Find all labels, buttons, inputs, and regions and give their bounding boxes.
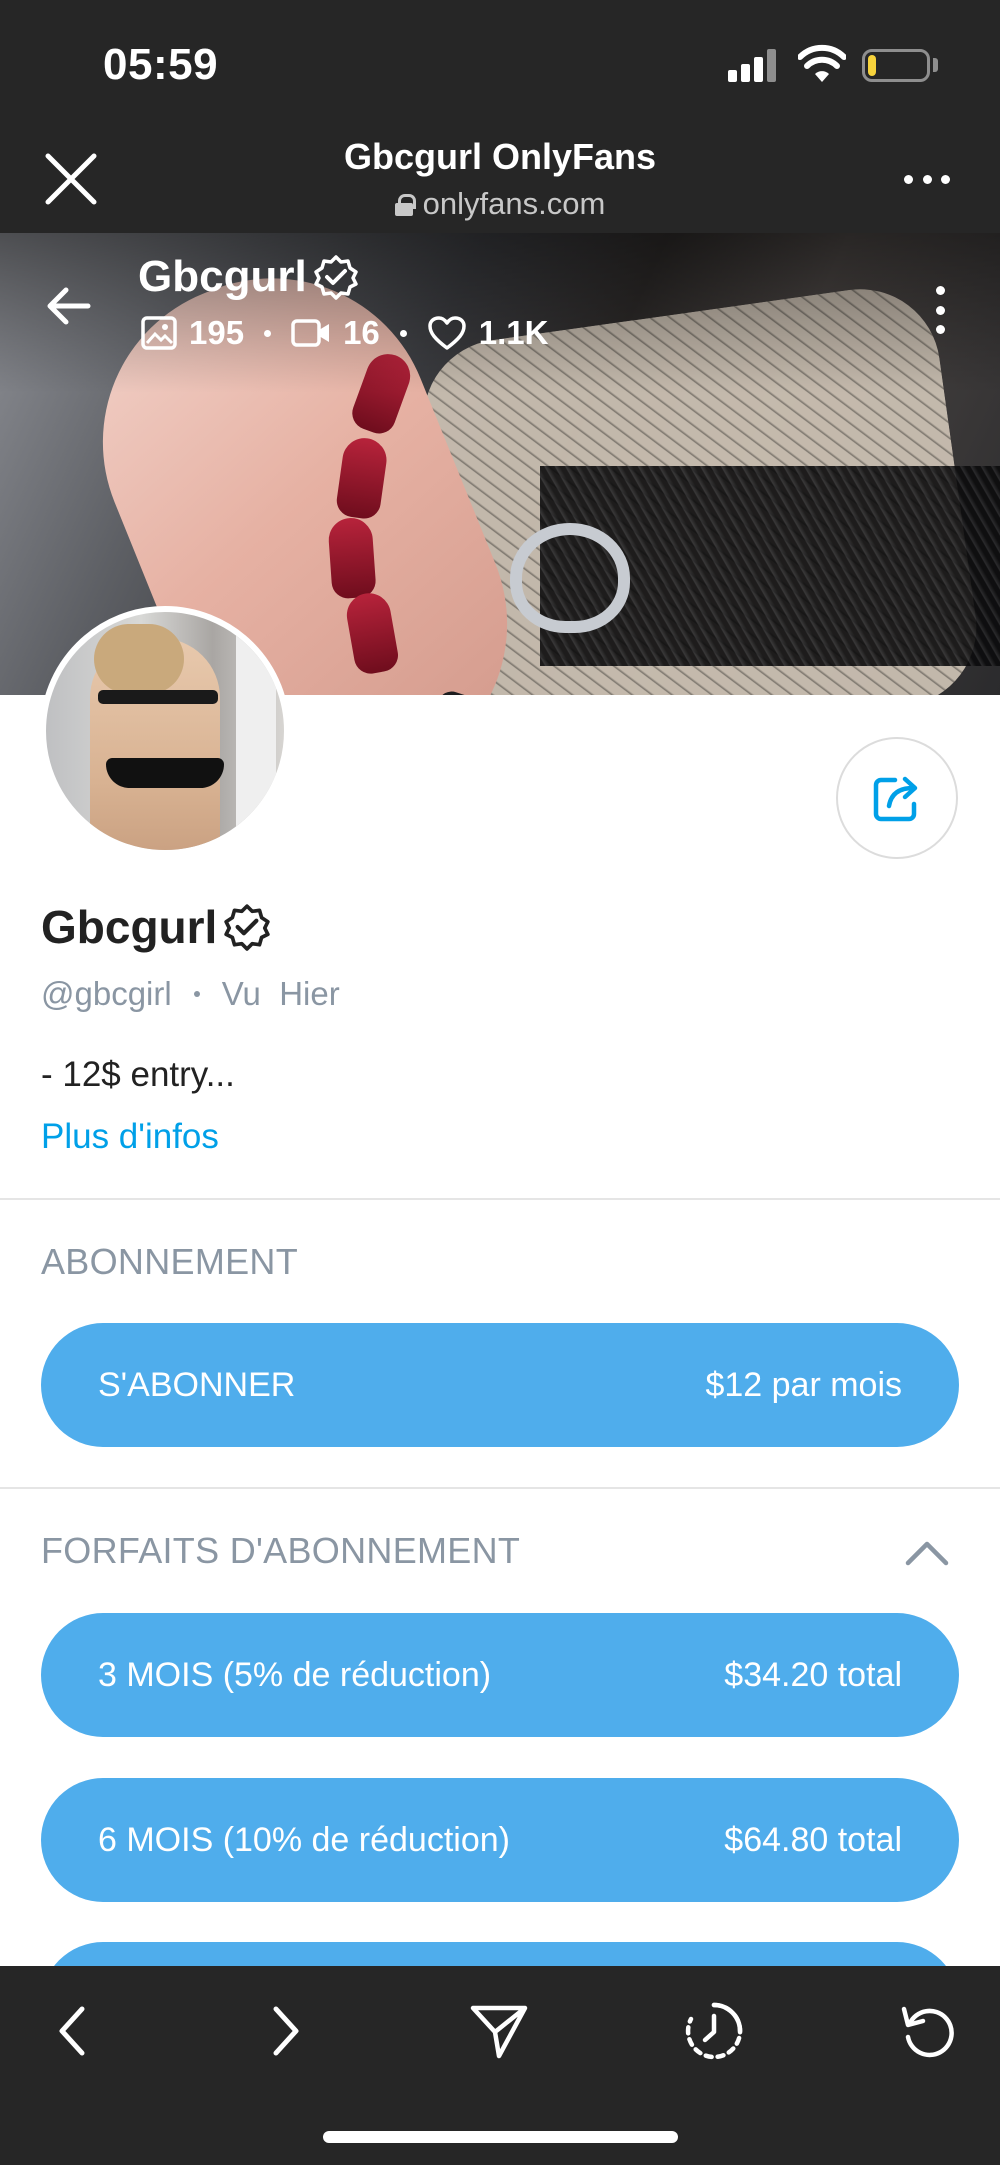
- bundle-price: $64.80 total: [724, 1820, 902, 1859]
- profile-bio: - 12$ entry...: [41, 1055, 235, 1094]
- bundle-button-3-months[interactable]: 3 MOIS (5% de réduction) $34.20 total: [41, 1613, 959, 1737]
- profile-handle: @gbcgirl: [41, 975, 172, 1012]
- home-indicator[interactable]: [323, 2131, 678, 2143]
- verified-icon: [224, 904, 271, 951]
- forward-button[interactable]: [254, 1999, 318, 2063]
- profile-options-button[interactable]: [936, 286, 948, 334]
- image-icon: [141, 316, 177, 350]
- cellular-signal-icon: [728, 48, 778, 82]
- bundle-label: 3 MOIS (5% de réduction): [98, 1655, 492, 1694]
- chevron-up-icon[interactable]: [904, 1538, 950, 1568]
- history-icon: [685, 2002, 743, 2060]
- avatar[interactable]: [40, 606, 290, 856]
- chevron-left-icon: [59, 2006, 85, 2056]
- cover-stats: 195 16 1.1K: [141, 314, 549, 352]
- separator-dot: [264, 329, 272, 337]
- cover-profile-name: Gbcgurl: [138, 252, 359, 302]
- video-icon: [291, 319, 330, 347]
- likes-count: 1.1K: [478, 314, 549, 351]
- verified-icon: [313, 255, 358, 300]
- bundle-button-6-months[interactable]: 6 MOIS (10% de réduction) $64.80 total: [41, 1778, 959, 1902]
- back-arrow-icon[interactable]: [40, 278, 96, 334]
- reload-icon: [901, 2006, 954, 2058]
- bundles-section-title: FORFAITS D'ABONNEMENT: [41, 1530, 521, 1571]
- battery-level: [868, 55, 876, 76]
- heart-icon: [428, 316, 466, 350]
- lock-icon: [394, 194, 416, 216]
- wifi-icon: [798, 44, 846, 82]
- send-icon: [470, 2005, 528, 2059]
- last-seen: Vu Hier: [221, 975, 340, 1012]
- subscribe-button-label: S'ABONNER: [98, 1365, 296, 1404]
- send-button[interactable]: [467, 1999, 531, 2063]
- bundle-label: 6 MOIS (10% de réduction): [98, 1820, 510, 1859]
- cover-name-text: Gbcgurl: [138, 252, 307, 301]
- subscription-section-title: ABONNEMENT: [41, 1241, 299, 1282]
- status-time: 05:59: [103, 40, 219, 89]
- url-bar[interactable]: onlyfans.com: [0, 186, 1000, 222]
- photos-stat[interactable]: 195: [141, 314, 244, 352]
- chevron-right-icon: [273, 2006, 299, 2056]
- page-title: Gbcgurl OnlyFans: [343, 136, 657, 177]
- profile-meta: @gbcgirl Vu Hier: [41, 975, 340, 1013]
- back-button[interactable]: [40, 1999, 104, 2063]
- share-button[interactable]: [836, 737, 958, 859]
- battery-nub: [933, 58, 938, 72]
- divider: [0, 1198, 1000, 1200]
- more-menu-button[interactable]: [904, 172, 950, 186]
- url-text: onlyfans.com: [422, 186, 606, 221]
- videos-count: 16: [343, 314, 380, 351]
- bundle-price: $34.20 total: [724, 1655, 902, 1694]
- profile-name: Gbcgurl: [41, 900, 271, 954]
- subscribe-button[interactable]: S'ABONNER $12 par mois: [41, 1323, 959, 1447]
- history-button[interactable]: [682, 1999, 746, 2063]
- profile-name-text: Gbcgurl: [41, 901, 218, 953]
- likes-stat: 1.1K: [427, 314, 549, 352]
- reload-button[interactable]: [896, 1999, 960, 2063]
- subscribe-button-price: $12 par mois: [705, 1365, 902, 1404]
- share-icon: [873, 776, 918, 822]
- photos-count: 195: [189, 314, 245, 351]
- more-info-link[interactable]: Plus d'infos: [41, 1117, 219, 1157]
- videos-stat[interactable]: 16: [291, 314, 380, 352]
- separator-dot: [193, 991, 200, 997]
- separator-dot: [399, 329, 407, 337]
- battery-icon: [862, 49, 930, 82]
- divider: [0, 1487, 1000, 1489]
